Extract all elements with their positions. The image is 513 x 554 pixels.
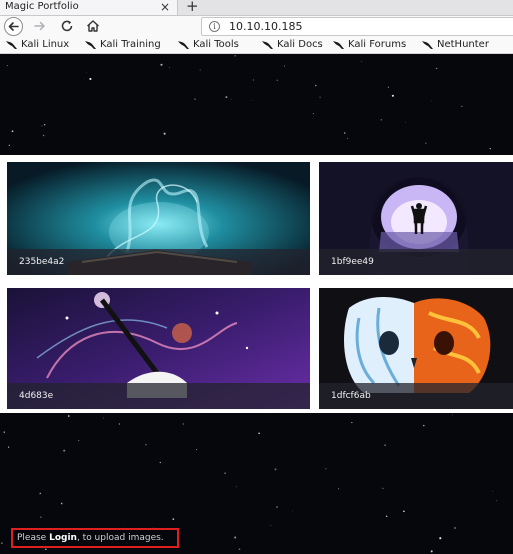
image-caption: 4d683e xyxy=(7,383,310,409)
login-notice-suffix: , to upload images. xyxy=(76,533,164,543)
bookmark-label: Kali Tools xyxy=(193,39,239,50)
image-caption-text: 1dfcf6ab xyxy=(331,391,371,401)
kali-dragon-icon xyxy=(262,41,273,49)
image-caption: 1dfcf6ab xyxy=(319,383,513,409)
kali-dragon-icon xyxy=(6,41,17,49)
bookmark-label: Kali Linux xyxy=(21,39,70,50)
tab-title: Magic Portfolio xyxy=(5,1,79,12)
image-caption-text: 1bf9ee49 xyxy=(331,257,374,267)
bookmarks-toolbar: Kali Linux Kali Training Kali Tools Kali Do… xyxy=(0,37,513,54)
gallery-item[interactable]: 1bf9ee49 xyxy=(319,162,513,275)
back-arrow-icon xyxy=(8,22,19,31)
address-bar[interactable]: i 10.10.10.185 xyxy=(201,17,513,36)
new-tab-button[interactable]: + xyxy=(186,0,199,14)
image-caption: 235be4a2 xyxy=(7,249,310,275)
site-info-icon[interactable]: i xyxy=(209,21,220,32)
reload-icon[interactable] xyxy=(60,19,74,33)
kali-dragon-icon xyxy=(333,41,344,49)
login-link[interactable]: Login xyxy=(49,533,77,543)
back-button[interactable] xyxy=(4,17,23,36)
navigation-toolbar: i 10.10.10.185 xyxy=(0,16,513,37)
url-text[interactable]: 10.10.10.185 xyxy=(229,18,302,35)
gallery-item[interactable]: 235be4a2 xyxy=(7,162,310,275)
bookmark-label: Kali Training xyxy=(100,39,161,50)
gallery-item[interactable]: 1dfcf6ab xyxy=(319,288,513,409)
image-caption: 1bf9ee49 xyxy=(319,249,513,275)
login-notice-prefix: Please xyxy=(17,533,50,543)
browser-tab[interactable]: Magic Portfolio × xyxy=(0,0,178,15)
bookmark-label: Kali Forums xyxy=(348,39,407,50)
gallery-item[interactable]: 4d683e xyxy=(7,288,310,409)
home-icon[interactable] xyxy=(86,19,100,33)
kali-dragon-icon xyxy=(422,41,433,49)
tab-bar: Magic Portfolio × + xyxy=(0,0,513,16)
kali-dragon-icon xyxy=(85,41,96,49)
bookmark-label: NetHunter xyxy=(437,39,489,50)
image-caption-text: 4d683e xyxy=(19,391,54,401)
image-gallery: 235be4a2 1bf9ee49 4d683e 1dfcf6ab xyxy=(0,155,513,413)
login-notice: Please Login, to upload images. xyxy=(11,528,179,548)
close-tab-icon[interactable]: × xyxy=(160,0,170,14)
forward-arrow-icon[interactable] xyxy=(33,19,47,33)
kali-dragon-icon xyxy=(178,41,189,49)
image-caption-text: 235be4a2 xyxy=(19,257,65,267)
bookmark-label: Kali Docs xyxy=(277,39,323,50)
page-content: 235be4a2 1bf9ee49 4d683e 1dfcf6ab Please… xyxy=(0,54,513,554)
